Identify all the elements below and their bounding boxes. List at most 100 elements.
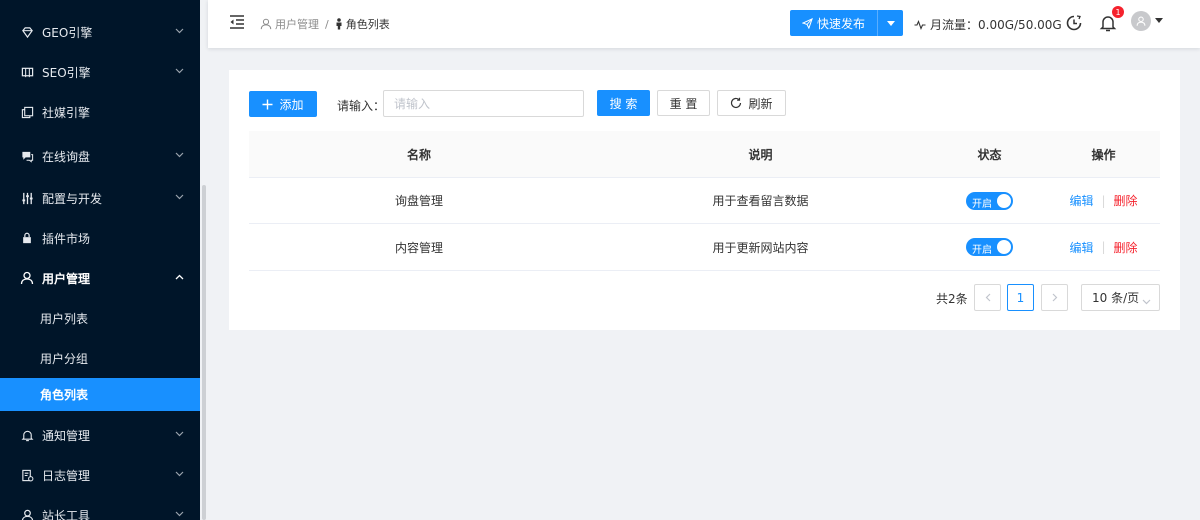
cell-actions: 编辑 | 删除 <box>1047 178 1160 223</box>
sidebar-item-label: 日志管理 <box>42 468 91 483</box>
table-row: 内容管理 用于更新网站内容 开启 编辑 | 删除 <box>249 224 1160 271</box>
breadcrumb-item-users[interactable]: 用户管理 <box>275 16 319 32</box>
chevron-down-icon <box>174 66 184 76</box>
cell-status: 开启 <box>932 224 1047 270</box>
sidebar-subitem-user-group[interactable]: 用户分组 <box>0 338 200 378</box>
action-divider: | <box>1101 240 1106 254</box>
pagination-total: 共2条 <box>936 292 968 306</box>
cell-actions: 编辑 | 删除 <box>1047 224 1160 270</box>
chevron-right-icon <box>1052 293 1058 302</box>
add-button-label: 添加 <box>279 97 304 112</box>
search-input-label: 请输入： <box>337 99 386 113</box>
sidebar-subitem-user-list[interactable]: 用户列表 <box>0 298 200 338</box>
bookmark-icon <box>20 65 34 79</box>
breadcrumb: 用户管理 / 角色列表 <box>260 16 390 32</box>
pagination-page-current[interactable]: 1 <box>1007 284 1034 311</box>
sidebar-scrollbar-thumb[interactable] <box>202 185 206 520</box>
diamond-icon <box>20 25 34 39</box>
sidebar-item-inquiry[interactable]: 在线询盘 <box>0 136 200 176</box>
edit-link[interactable]: 编辑 <box>1069 239 1093 256</box>
quick-publish-button[interactable]: 快速发布 <box>790 10 878 36</box>
pulse-icon <box>914 19 926 30</box>
sidebar-item-label: GEO引擎 <box>42 25 93 40</box>
quick-publish-label: 快速发布 <box>817 16 866 31</box>
action-divider: | <box>1101 193 1106 208</box>
search-input[interactable] <box>383 90 584 117</box>
sidebar-subitem-role-list[interactable]: 角色列表 <box>0 378 200 411</box>
reset-button[interactable]: 重 置 <box>657 90 710 116</box>
cell-description: 用于查看留言数据 <box>712 194 809 208</box>
sidebar-item-geo[interactable]: GEO引擎 <box>0 12 200 52</box>
status-toggle[interactable]: 开启 <box>966 191 1013 210</box>
search-button[interactable]: 搜 索 <box>597 90 650 116</box>
refresh-button[interactable]: 刷新 <box>717 90 786 116</box>
page-size-value: 10 条/页 <box>1092 291 1140 305</box>
cell-status: 开启 <box>932 178 1047 223</box>
bell-icon <box>20 428 34 442</box>
sidebar-item-notify[interactable]: 通知管理 <box>0 415 200 455</box>
breadcrumb-item-current: 角色列表 <box>335 16 390 32</box>
person-icon <box>335 18 343 30</box>
refresh-icon <box>730 97 742 109</box>
column-header-name: 名称 <box>406 147 431 162</box>
delete-link[interactable]: 删除 <box>1114 239 1138 256</box>
sidebar-item-social[interactable]: 社媒引擎 <box>0 92 200 132</box>
sidebar-item-label: SEO引擎 <box>42 65 91 80</box>
chevron-down-icon <box>174 26 184 36</box>
monthly-traffic-text: 月流量：0.00G/50.00G <box>930 18 1062 32</box>
send-icon <box>802 17 813 29</box>
chevron-down-icon <box>1142 294 1151 308</box>
quick-publish-dropdown[interactable] <box>877 10 904 36</box>
sidebar-item-users[interactable]: 用户管理 <box>0 258 200 298</box>
status-toggle-label: 开启 <box>972 198 992 210</box>
toggle-knob <box>997 240 1011 254</box>
sidebar-item-logs[interactable]: 日志管理 <box>0 455 200 495</box>
caret-down-icon[interactable] <box>1155 18 1163 23</box>
chevron-down-icon <box>174 469 184 479</box>
sidebar-item-config[interactable]: 配置与开发 <box>0 178 200 218</box>
column-header-status: 状态 <box>977 147 1002 162</box>
monthly-traffic: 月流量：0.00G/50.00G <box>914 16 1062 33</box>
user-icon <box>20 271 34 285</box>
user-icon <box>20 508 34 520</box>
chevron-down-icon <box>174 509 184 519</box>
history-icon[interactable] <box>1063 12 1085 34</box>
sidebar-item-label: 用户管理 <box>42 271 91 286</box>
chat-icon <box>20 149 34 163</box>
sidebar-item-seo[interactable]: SEO引擎 <box>0 52 200 92</box>
add-button[interactable]: 添加 <box>249 91 317 117</box>
delete-link[interactable]: 删除 <box>1114 192 1138 209</box>
sliders-icon <box>20 191 34 205</box>
refresh-button-label: 刷新 <box>748 96 773 111</box>
plus-icon <box>262 99 273 110</box>
column-header-actions: 操作 <box>1091 147 1116 162</box>
lock-icon <box>20 231 34 245</box>
cell-name: 内容管理 <box>394 240 443 255</box>
pagination-next-button[interactable] <box>1041 284 1068 311</box>
sidebar-item-label: 社媒引擎 <box>42 105 91 120</box>
copy-icon <box>20 105 34 119</box>
page-size-select[interactable]: 10 条/页 <box>1081 284 1160 311</box>
top-header: 用户管理 / 角色列表 快速发布 月流量：0.00G/50.00G 1 <box>208 0 1200 48</box>
chevron-left-icon <box>985 293 991 302</box>
sidebar-item-label: 插件市场 <box>42 231 91 246</box>
quick-publish-group: 快速发布 <box>790 10 904 36</box>
sidebar-item-label: 在线询盘 <box>42 149 91 164</box>
sidebar: GEO引擎 SEO引擎 社媒引擎 在线询盘 配置与开发 插件市场 用户管理 用户… <box>0 0 200 520</box>
status-toggle-label: 开启 <box>972 245 992 256</box>
edit-link[interactable]: 编辑 <box>1069 192 1093 209</box>
pagination-prev-button[interactable] <box>974 284 1001 311</box>
menu-fold-icon[interactable] <box>228 14 246 32</box>
log-icon <box>20 468 34 482</box>
avatar[interactable] <box>1131 11 1151 31</box>
sidebar-item-label: 站长工具 <box>42 508 91 520</box>
role-list-card: 添加 请输入： 搜 索 重 置 刷新 名称 说明 状态 操作 询盘管理 用于查看… <box>229 70 1180 330</box>
caret-down-icon <box>886 20 895 26</box>
sidebar-item-plugins[interactable]: 插件市场 <box>0 218 200 258</box>
role-table: 名称 说明 状态 操作 询盘管理 用于查看留言数据 开启 编辑 | 删除 内容管… <box>249 131 1160 271</box>
chevron-up-icon <box>174 272 184 282</box>
user-icon <box>260 18 272 30</box>
table-row: 询盘管理 用于查看留言数据 开启 编辑 | 删除 <box>249 177 1160 224</box>
sidebar-item-webmaster[interactable]: 站长工具 <box>0 495 200 520</box>
status-toggle[interactable]: 开启 <box>966 238 1013 256</box>
